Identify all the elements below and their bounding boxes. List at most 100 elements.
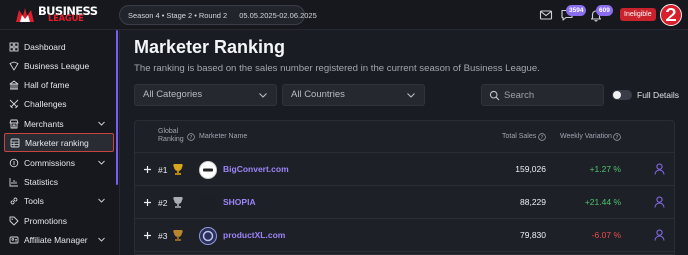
search-icon: [489, 90, 500, 101]
sidebar-item-label: Tools: [24, 195, 44, 206]
merchant-logo: [199, 194, 217, 212]
swords-icon: [9, 99, 19, 108]
expand-plus-icon[interactable]: [143, 198, 152, 207]
stage-label: Stage 2: [166, 10, 193, 20]
chevron-down-icon: [259, 93, 267, 98]
season-label: Season 4: [128, 10, 160, 20]
expand-plus-icon[interactable]: [143, 231, 152, 240]
table-row[interactable]: #3 productXL.com 79,830 -6.07 %: [135, 220, 674, 252]
rank-number: #3: [158, 231, 168, 241]
store-icon: [9, 119, 19, 128]
chevron-down-icon: [407, 93, 415, 98]
table-row[interactable]: #2 SHOPIA 88,229 +21.44 %: [135, 187, 674, 219]
season-info[interactable]: Season 4 • Stage 2 • Round 2 05.05.2025-…: [119, 5, 317, 25]
sidebar-item-label: Affiliate Manager: [24, 234, 88, 245]
mail-icon[interactable]: [539, 8, 553, 22]
weekly-variation-value: -6.07 %: [591, 230, 621, 240]
help-circle-icon[interactable]: ?: [187, 133, 195, 141]
chart-icon: [9, 177, 18, 186]
country-dropdown[interactable]: All Countries: [282, 84, 425, 106]
top-bar: BUSINESS LEAGUE Season 4 • Stage 2 • Rou…: [0, 0, 688, 30]
sidebar-item-label: Commissions: [24, 157, 76, 168]
sidebar-item-promotions[interactable]: Promotions: [4, 211, 114, 230]
category-dropdown[interactable]: All Categories: [134, 84, 277, 106]
ranking-icon: [10, 138, 20, 147]
sidebar-item-label: Statistics: [24, 176, 59, 187]
sidebar-item-merchants[interactable]: Merchants: [4, 114, 114, 133]
sidebar-item-marketer-ranking[interactable]: Marketer ranking: [4, 133, 114, 152]
user-card-icon: [9, 236, 19, 243]
sidebar-item-commissions[interactable]: Commissions: [4, 153, 114, 172]
season-dates: 05.05.2025-02.06.2025: [239, 10, 317, 20]
building-icon: [9, 80, 19, 89]
page-subtitle: The ranking is based on the sales number…: [134, 63, 540, 74]
sidebar-item-tools[interactable]: Tools: [4, 191, 114, 210]
help-circle-icon[interactable]: ?: [538, 133, 546, 141]
user-icon[interactable]: [654, 163, 665, 175]
sidebar-item-dashboard[interactable]: Dashboard: [4, 37, 114, 56]
user-icon[interactable]: [654, 229, 665, 241]
expand-plus-icon[interactable]: [143, 165, 152, 174]
rank-number: #1: [158, 165, 168, 175]
merchant-logo: [199, 227, 217, 245]
merchant-name-link[interactable]: BigConvert.com: [223, 164, 289, 174]
sidebar-item-label: Merchants: [24, 118, 64, 129]
sidebar-item-label: Hall of fame: [24, 79, 70, 90]
full-details-toggle[interactable]: [612, 90, 632, 100]
message-count-badge: 3594: [566, 5, 587, 16]
total-sales-value: 79,830: [520, 230, 546, 240]
svg-text:?: ?: [541, 135, 544, 141]
column-header-total-sales[interactable]: Total Sales: [502, 133, 536, 141]
page-title: Marketer Ranking: [134, 37, 286, 57]
table-header: Global Ranking ? Marketer Name Total Sal…: [135, 121, 674, 153]
grid-icon: [9, 42, 19, 51]
sidebar-item-label: Marketer ranking: [25, 137, 89, 148]
sidebar-item-label: Promotions: [24, 215, 67, 226]
search-input[interactable]: [504, 88, 599, 102]
crown-icon: [16, 8, 34, 22]
sidebar-item-hall-of-fame[interactable]: Hall of fame: [4, 75, 114, 94]
search-box: [481, 84, 604, 106]
round-label: Round 2: [198, 10, 228, 20]
sidebar-item-affiliate-manager[interactable]: Affiliate Manager: [4, 230, 114, 249]
tag-icon: [9, 216, 19, 225]
sidebar-item-label: Dashboard: [24, 41, 66, 52]
merchant-name-link[interactable]: productXL.com: [223, 230, 285, 240]
user-icon[interactable]: [654, 196, 665, 208]
sidebar-item-statistics[interactable]: Statistics: [4, 172, 114, 191]
business-league-logo[interactable]: BUSINESS LEAGUE: [14, 5, 98, 25]
sidebar-item-label: Business League: [24, 60, 90, 71]
help-circle-icon[interactable]: ?: [613, 133, 621, 141]
column-header-weekly-variation[interactable]: Weekly Variation: [560, 133, 612, 141]
merchant-name-link[interactable]: SHOPIA: [223, 197, 256, 207]
silver-trophy-icon: [173, 197, 183, 208]
user-avatar[interactable]: [660, 4, 682, 26]
status-badge: Ineligible: [620, 8, 656, 21]
column-header-marketer-name[interactable]: Marketer Name: [199, 133, 247, 141]
merchant-logo: [199, 161, 217, 179]
weekly-variation-value: +21.44 %: [584, 197, 621, 207]
rank-number: #2: [158, 198, 168, 208]
chevron-down-icon: [98, 160, 105, 165]
sidebar-item-business-league[interactable]: Business League: [4, 56, 114, 75]
sidebar-scrollbar[interactable]: [116, 30, 118, 185]
sidebar-item-challenges[interactable]: Challenges: [4, 94, 114, 113]
column-header-label: Ranking: [158, 136, 184, 144]
country-dropdown-value: All Countries: [291, 89, 345, 100]
ranking-table: Global Ranking ? Marketer Name Total Sal…: [134, 120, 675, 255]
sidebar: Dashboard Business League Hall of fame C…: [0, 30, 120, 255]
notification-count-badge: 609: [596, 5, 613, 16]
total-sales-value: 88,229: [520, 197, 546, 207]
avatar-logo-icon: [666, 8, 676, 21]
chevron-down-icon: [98, 237, 105, 242]
gold-trophy-icon: [173, 164, 183, 175]
weekly-variation-value: +1.27 %: [589, 164, 621, 174]
link-icon: [10, 197, 18, 204]
category-dropdown-value: All Categories: [143, 89, 203, 100]
coins-icon: [9, 158, 19, 167]
table-row[interactable]: #1 BigConvert.com 159,026 +1.27 %: [135, 154, 674, 186]
svg-text:?: ?: [616, 135, 619, 141]
shield-icon: [9, 61, 19, 70]
column-header-global-ranking[interactable]: Global Ranking: [158, 128, 184, 145]
total-sales-value: 159,026: [515, 164, 546, 174]
